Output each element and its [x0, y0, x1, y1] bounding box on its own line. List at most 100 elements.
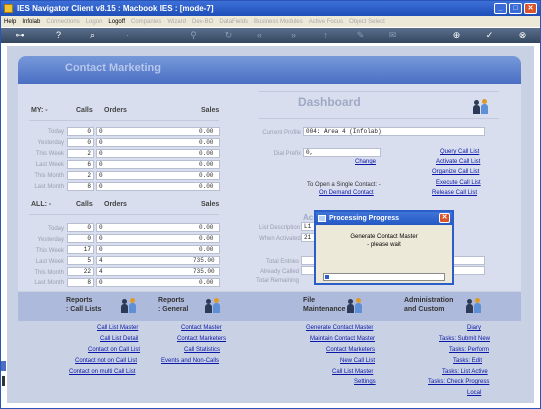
diary-link[interactable]: Diary — [467, 325, 481, 331]
all-sales-last-month: 0.00 — [199, 279, 214, 286]
execute-call-list-link[interactable]: Execute Call List — [436, 180, 481, 186]
my-sales-last-month: 0.00 — [199, 183, 214, 190]
file-maintenance-nav[interactable]: File Maintenance — [303, 296, 345, 314]
menu-logoff[interactable]: Logoff — [108, 19, 125, 25]
my-sales-today: 0.00 — [199, 128, 214, 135]
pin-icon[interactable]: ⚲ — [188, 30, 199, 41]
side-tab-blue[interactable] — [1, 361, 6, 371]
menu-connections[interactable]: Connections — [46, 19, 79, 25]
events-and-non-calls-link[interactable]: Events and Non-Calls — [161, 358, 219, 364]
add-icon[interactable]: ⊕ — [451, 30, 462, 41]
file-maintenance-line2: Maintenance — [303, 306, 346, 313]
menu-dev-bo[interactable]: Dev-BO — [192, 19, 213, 25]
all-row-label-yesterday: Yesterday — [37, 237, 64, 243]
my-sales-last-week: 0.00 — [199, 161, 214, 168]
menu-help[interactable]: Help — [4, 19, 16, 25]
menu-infolab[interactable]: Infolab — [22, 19, 40, 25]
toolbar-blank-icon[interactable]: · — [122, 30, 133, 41]
refresh-icon[interactable]: ↻ — [223, 30, 234, 41]
generate-contact-master-link[interactable]: Generate Contact Master — [306, 325, 373, 331]
app-icon — [4, 4, 13, 13]
settings-link[interactable]: Settings — [354, 379, 376, 385]
contact-marketers-report-link[interactable]: Contact Marketers — [177, 336, 226, 342]
reports-call-lists-nav[interactable]: Reports : Call Lists — [66, 296, 101, 314]
call-statistics-link[interactable]: Call Statistics — [184, 347, 220, 353]
release-call-list-link[interactable]: Release Call List — [432, 190, 477, 196]
dialog-close-button[interactable]: ✕ — [439, 213, 450, 223]
all-col-sales: Sales — [201, 201, 220, 208]
search-icon[interactable]: ⌕ — [87, 30, 98, 41]
call-list-master-maint-link[interactable]: Call List Master — [332, 369, 373, 375]
all-calls-this-month: 22 — [67, 267, 94, 276]
all-calls-last-month: 8 — [67, 278, 94, 287]
menu-business-modules[interactable]: Business Modules — [254, 19, 303, 25]
all-row-label-last-month: Last Month — [34, 280, 64, 286]
organize-call-list-link[interactable]: Organize Call List — [432, 169, 479, 175]
menu-bar: Help Infolab Connections Logon Logoff Co… — [1, 16, 540, 27]
check-icon[interactable]: ✓ — [484, 30, 495, 41]
tasks-perform-link[interactable]: Tasks: Perform — [449, 347, 489, 353]
help-icon[interactable]: ? — [53, 30, 64, 41]
contact-not-on-call-list-link[interactable]: Contact not on Call List — [75, 358, 137, 364]
side-tab-dark[interactable] — [2, 376, 5, 386]
all-sales-this-week: 0.00 — [199, 246, 214, 253]
menu-object-select[interactable]: Object Select — [349, 19, 385, 25]
change-link[interactable]: Change — [355, 159, 376, 165]
people-icon — [205, 297, 221, 313]
call-list-master-report-link[interactable]: Call List Master — [97, 325, 138, 331]
my-calls-last-week: 6 — [67, 160, 94, 169]
when-activated-label: When Activated — [259, 236, 301, 242]
contact-master-report-link[interactable]: Contact Master — [181, 325, 222, 331]
contact-marketers-maint-link[interactable]: Contact Marketers — [326, 347, 375, 353]
note-icon[interactable]: ✉ — [387, 30, 398, 41]
tasks-submit-new-link[interactable]: Tasks: Submit New — [439, 336, 490, 342]
people-icon — [466, 297, 482, 313]
my-col-sales: Sales — [201, 107, 220, 114]
menu-companies[interactable]: Companies — [131, 19, 161, 25]
administration-nav[interactable]: Administration and Custom — [404, 296, 453, 314]
key-icon[interactable]: ⊶ — [9, 30, 31, 41]
local-link[interactable]: Local — [467, 390, 481, 396]
administration-line2: and Custom — [404, 306, 445, 313]
edit-icon[interactable]: ✎ — [355, 30, 366, 41]
menu-active-focus[interactable]: Active Focus — [309, 19, 343, 25]
all-divider — [29, 214, 219, 215]
query-call-list-link[interactable]: Query Call List — [440, 149, 479, 155]
activate-call-list-link[interactable]: Activate Call List — [436, 159, 480, 165]
menu-wizard[interactable]: Wizard — [167, 19, 186, 25]
maintain-contact-master-link[interactable]: Maintain Contact Master — [310, 336, 375, 342]
total-entries-label: Total Entries — [265, 259, 299, 265]
up-icon[interactable]: ↑ — [320, 30, 331, 41]
tasks-edit-link[interactable]: Tasks: Edit — [453, 358, 482, 364]
menu-logon[interactable]: Logon — [86, 19, 103, 25]
my-calls-this-month: 2 — [67, 171, 94, 180]
all-calls-this-week: 17 — [67, 245, 94, 254]
maximize-button[interactable]: □ — [509, 3, 522, 14]
all-calls-yesterday: 0 — [67, 234, 94, 243]
dial-prefix-field[interactable]: 0, — [303, 148, 381, 157]
all-row-label-this-month: This Month — [34, 270, 64, 276]
new-call-list-link[interactable]: New Call List — [340, 358, 375, 364]
reports-general-nav[interactable]: Reports : General — [158, 296, 188, 314]
contact-on-multi-call-list-link[interactable]: Contact on multi Call List — [69, 369, 135, 375]
my-col-calls: Calls — [76, 107, 93, 114]
current-profile-field[interactable]: 004: Area 4 (Infolab) — [303, 127, 485, 136]
dashboard-top-divider — [259, 91, 499, 92]
call-list-detail-link[interactable]: Call List Detail — [100, 336, 138, 342]
on-demand-contact-link[interactable]: On Demand Contact — [319, 190, 374, 196]
cancel-icon[interactable]: ⊗ — [517, 30, 528, 41]
app-window: IES Navigator Client v8.15 : Macbook IES… — [0, 0, 541, 409]
minimize-button[interactable]: _ — [494, 3, 507, 14]
contact-on-call-list-link[interactable]: Contact on Call List — [88, 347, 140, 353]
tasks-list-active-link[interactable]: Tasks: List Active — [442, 369, 488, 375]
current-profile-label: Current Profile — [262, 130, 301, 136]
last-icon[interactable]: » — [288, 30, 299, 41]
menu-datafields[interactable]: DataFields — [219, 19, 248, 25]
tasks-check-progress-link[interactable]: Tasks: Check Progress — [428, 379, 489, 385]
close-window-button[interactable]: ✕ — [524, 3, 537, 14]
active-list-title: Ac — [303, 213, 314, 222]
first-icon[interactable]: « — [254, 30, 265, 41]
my-row-label-last-week: Last Week — [35, 162, 64, 168]
all-section-title: ALL: - — [31, 201, 52, 208]
my-row-label-today: Today — [47, 129, 64, 135]
